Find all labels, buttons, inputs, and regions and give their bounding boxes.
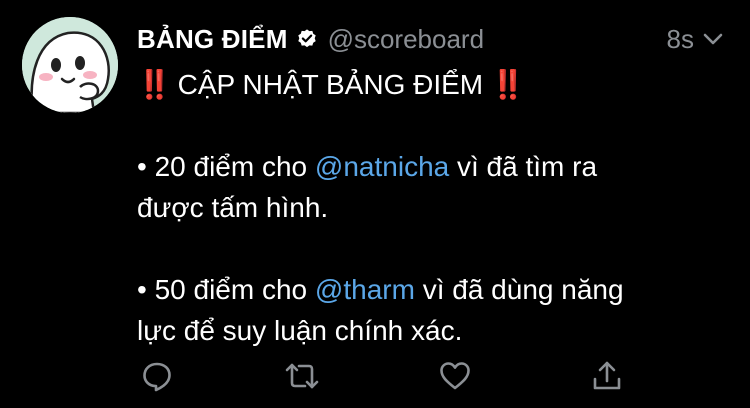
display-name[interactable]: BẢNG ĐIỂM — [137, 24, 288, 55]
reply-button[interactable] — [139, 358, 175, 394]
tweet-title: CẬP NHẬT BẢNG ĐIỂM — [177, 69, 484, 100]
score-item-2: • 50 điểm cho @tharm vì đã dùng năng — [137, 269, 727, 310]
retweet-icon — [285, 363, 319, 389]
retweet-button[interactable] — [284, 358, 320, 394]
score-text: 50 điểm cho — [154, 274, 308, 305]
tweet-text: ‼️ CẬP NHẬT BẢNG ĐIỂM ‼️ • 20 điểm cho @… — [137, 64, 727, 351]
avatar-mascot-image — [22, 17, 118, 113]
heart-icon — [440, 362, 470, 390]
like-button[interactable] — [437, 358, 473, 394]
double-exclamation-icon: ‼️ — [490, 69, 526, 100]
score-item-1-continued: được tấm hình. — [137, 192, 329, 223]
share-button[interactable] — [589, 358, 625, 394]
chevron-down-icon[interactable] — [700, 26, 726, 52]
avatar[interactable] — [22, 17, 118, 113]
score-text: 20 điểm cho — [154, 151, 308, 182]
mention-link[interactable]: @tharm — [315, 274, 415, 305]
score-item-1: • 20 điểm cho @natnicha vì đã tìm ra — [137, 146, 727, 187]
double-exclamation-icon: ‼️ — [137, 69, 172, 100]
reply-icon — [143, 362, 171, 392]
score-text: vì đã dùng năng — [422, 274, 624, 305]
tweet-header: BẢNG ĐIỂM @scoreboard 8s — [137, 21, 726, 57]
score-item-2-continued: lực để suy luận chính xác. — [137, 315, 463, 346]
timestamp[interactable]: 8s — [667, 24, 694, 55]
tweet-actions — [137, 358, 627, 394]
bullet: • — [137, 151, 147, 182]
tweet-card[interactable]: BẢNG ĐIỂM @scoreboard 8s ‼️ CẬP NHẬT BẢN… — [0, 0, 750, 408]
bullet: • — [137, 274, 147, 305]
tweet-title-line: ‼️ CẬP NHẬT BẢNG ĐIỂM ‼️ — [137, 64, 727, 105]
mention-link[interactable]: @natnicha — [315, 151, 449, 182]
user-handle[interactable]: @scoreboard — [328, 24, 484, 55]
share-icon — [593, 361, 621, 390]
score-text: vì đã tìm ra — [457, 151, 598, 182]
verified-badge-icon — [296, 28, 318, 50]
timestamp-group: 8s — [667, 24, 726, 55]
